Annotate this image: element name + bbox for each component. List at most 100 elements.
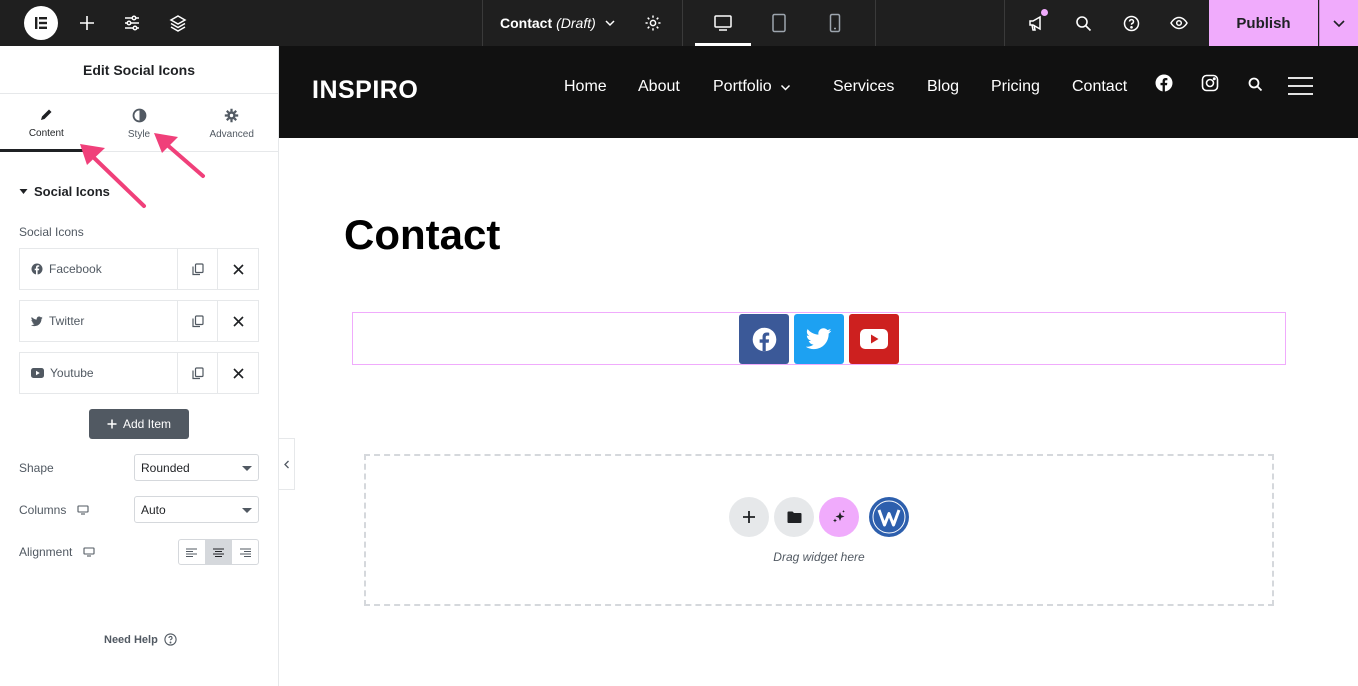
align-right-icon[interactable] [232, 540, 258, 564]
desktop-responsive-icon[interactable] [77, 505, 89, 515]
nav-item-about[interactable]: About [638, 78, 680, 96]
nav-item-blog[interactable]: Blog [927, 78, 959, 96]
chevron-down-icon [604, 17, 616, 29]
need-help-label: Need Help [104, 633, 158, 646]
nav-item-services[interactable]: Services [833, 78, 894, 96]
repeater-item-title[interactable]: Facebook [20, 249, 178, 289]
alignment-label-row: Alignment [19, 545, 95, 559]
section-toggle-social-icons[interactable]: Social Icons [19, 184, 110, 199]
site-logo[interactable]: INSPIRO [312, 76, 418, 105]
add-template-button[interactable] [774, 497, 814, 537]
align-left-icon[interactable] [179, 540, 206, 564]
tablet-view-icon[interactable] [758, 0, 800, 46]
panel-title: Edit Social Icons [0, 46, 278, 94]
columns-label: Columns [19, 503, 67, 517]
whats-new-megaphone-icon[interactable] [1024, 0, 1048, 46]
repeater-item-facebook[interactable]: Facebook [19, 248, 259, 290]
divider [482, 0, 483, 46]
add-element-icon[interactable] [75, 0, 99, 46]
tab-content[interactable]: Content [0, 94, 93, 151]
nav-item-portfolio[interactable]: Portfolio [713, 78, 791, 96]
nav-item-home[interactable]: Home [564, 78, 607, 96]
remove-close-icon[interactable] [218, 353, 258, 393]
document-title: Contact [500, 15, 553, 31]
section-title: Social Icons [34, 184, 110, 199]
structure-layers-icon[interactable] [166, 0, 190, 46]
elementor-logo-icon [24, 6, 58, 40]
elementor-logo-button[interactable] [23, 0, 59, 46]
panel-tabs: Content Style Advanced [0, 94, 278, 152]
search-icon[interactable] [1248, 77, 1263, 92]
publish-options-button[interactable] [1319, 0, 1358, 46]
empty-section-drop-zone[interactable] [364, 454, 1274, 606]
tab-advanced[interactable]: Advanced [185, 94, 278, 151]
item-label: Youtube [50, 366, 94, 380]
need-help-link[interactable]: Need Help [104, 633, 177, 646]
pencil-icon [39, 108, 53, 122]
desktop-view-icon[interactable] [695, 0, 751, 46]
shape-value: Rounded [141, 460, 190, 475]
hamburger-menu-icon[interactable] [1288, 77, 1313, 95]
document-status: (Draft) [556, 15, 596, 31]
add-item-label: Add Item [122, 417, 172, 431]
nav-item-contact[interactable]: Contact [1072, 78, 1127, 96]
facebook-icon [31, 263, 43, 275]
duplicate-icon[interactable] [178, 301, 218, 341]
youtube-social-button[interactable] [849, 314, 899, 364]
page-title: Contact [344, 211, 501, 258]
collapse-panel-button[interactable] [279, 438, 295, 490]
ai-sparkle-button[interactable] [819, 497, 859, 537]
publish-button[interactable]: Publish [1209, 0, 1318, 46]
sparkle-icon [831, 509, 847, 525]
duplicate-icon[interactable] [178, 353, 218, 393]
editor-topbar: Contact (Draft) Publish [0, 0, 1358, 46]
tab-style[interactable]: Style [93, 94, 186, 151]
add-item-button[interactable]: Add Item [89, 409, 189, 439]
nav-label: Pricing [991, 78, 1040, 95]
columns-label-row: Columns [19, 503, 89, 517]
repeater-item-title[interactable]: Youtube [20, 353, 178, 393]
twitter-social-button[interactable] [794, 314, 844, 364]
item-label: Twitter [49, 314, 85, 328]
site-settings-sliders-icon[interactable] [120, 0, 144, 46]
align-center-icon[interactable] [205, 540, 233, 564]
duplicate-icon[interactable] [178, 249, 218, 289]
add-new-section-button[interactable] [729, 497, 769, 537]
repeater-label: Social Icons [19, 225, 84, 239]
facebook-social-button[interactable] [739, 314, 789, 364]
tab-label: Style [127, 128, 151, 140]
shape-select[interactable]: Rounded [134, 454, 259, 481]
chevron-down-icon [780, 82, 791, 93]
mobile-view-icon[interactable] [814, 0, 856, 46]
facebook-icon[interactable] [1155, 74, 1173, 92]
page-settings-gear-icon[interactable] [641, 0, 665, 46]
document-title-dropdown[interactable]: Contact (Draft) [500, 0, 616, 46]
preview-eye-icon[interactable] [1167, 0, 1191, 46]
repeater-item-title[interactable]: Twitter [20, 301, 178, 341]
shape-label: Shape [19, 461, 54, 475]
desktop-responsive-icon[interactable] [83, 547, 95, 557]
search-icon[interactable] [1071, 0, 1095, 46]
half-circle-icon [132, 108, 147, 123]
caret-down-icon [242, 466, 252, 471]
columns-select[interactable]: Auto [134, 496, 259, 523]
nav-label: Portfolio [713, 78, 772, 95]
help-question-icon[interactable] [1119, 0, 1143, 46]
divider [682, 0, 683, 46]
tab-label: Content [28, 128, 64, 139]
repeater-item-youtube[interactable]: Youtube [19, 352, 259, 394]
twitter-icon [806, 328, 832, 350]
wordpress-w-icon [872, 500, 906, 534]
instagram-icon[interactable] [1201, 74, 1219, 92]
remove-close-icon[interactable] [218, 249, 258, 289]
repeater-item-twitter[interactable]: Twitter [19, 300, 259, 342]
divider [875, 0, 876, 46]
nav-item-pricing[interactable]: Pricing [991, 78, 1040, 96]
caret-down-icon [242, 508, 252, 513]
remove-close-icon[interactable] [218, 301, 258, 341]
active-tab-indicator [0, 149, 93, 152]
nav-label: Contact [1072, 78, 1128, 95]
chevron-left-icon [283, 460, 290, 469]
youtube-icon [31, 368, 44, 378]
wordpress-kit-button[interactable] [869, 497, 909, 537]
